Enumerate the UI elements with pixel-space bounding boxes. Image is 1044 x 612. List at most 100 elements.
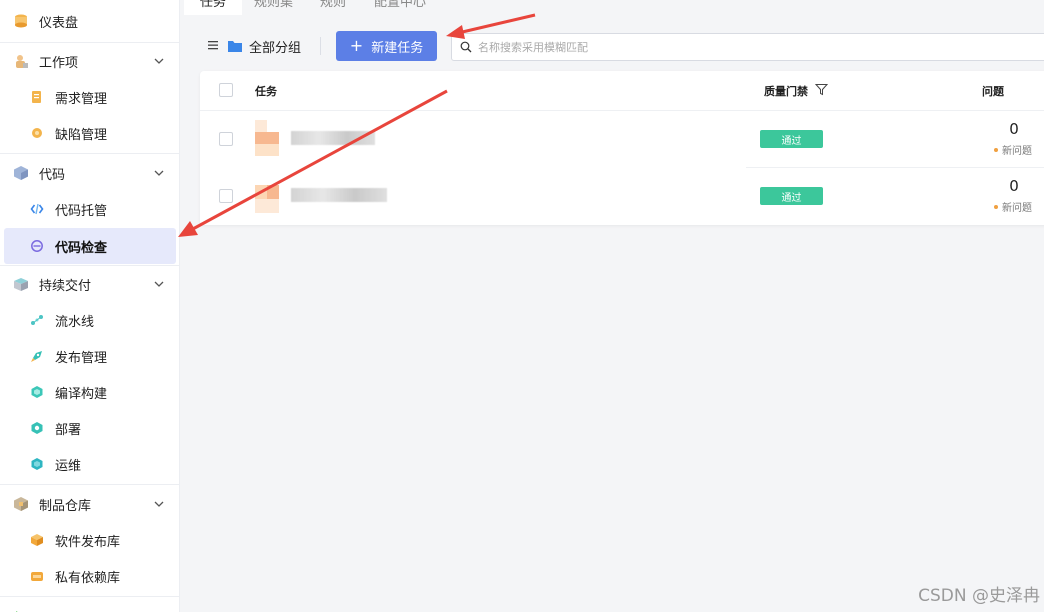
- sidebar-item-label: 工作项: [39, 55, 79, 71]
- sidebar-item-label: 运维: [55, 458, 82, 474]
- sidebar-item-testing[interactable]: 测试: [0, 599, 179, 612]
- status-dot: [994, 147, 998, 152]
- deploy-icon: [28, 419, 46, 437]
- status-badge: 通过: [760, 130, 823, 148]
- workitems-icon: [12, 52, 30, 70]
- sidebar-item-label: 需求管理: [55, 91, 108, 107]
- rocket-icon: [28, 347, 46, 365]
- tab-config-center[interactable]: 配置中心: [358, 0, 442, 15]
- status-dot: [994, 204, 998, 209]
- bug-icon: [28, 124, 46, 142]
- tab-rulesets[interactable]: 规则集: [238, 0, 309, 15]
- select-all-checkbox[interactable]: [219, 83, 233, 97]
- column-header-task: 任务: [255, 85, 277, 98]
- build-icon: [28, 383, 46, 401]
- sidebar-item-code-hosting[interactable]: 代码托管: [0, 191, 179, 227]
- sidebar-item-build[interactable]: 编译构建: [0, 374, 179, 410]
- sidebar-item-requirements[interactable]: 需求管理: [0, 79, 179, 115]
- chevron-down-icon[interactable]: [153, 167, 165, 179]
- sidebar-item-code[interactable]: 代码: [0, 155, 179, 191]
- sidebar-item-workitems[interactable]: 工作项: [0, 43, 179, 79]
- chevron-down-icon[interactable]: [153, 55, 165, 67]
- tab-bar: 任务 规则集 规则 配置中心: [182, 0, 1044, 20]
- group-label: 全部分组: [249, 40, 302, 56]
- menu-icon[interactable]: [207, 39, 219, 51]
- sidebar-item-label: 持续交付: [39, 278, 92, 294]
- sidebar-item-defects[interactable]: 缺陷管理: [0, 115, 179, 151]
- sidebar-item-label: 代码托管: [55, 203, 108, 219]
- sidebar-item-label: 私有依赖库: [55, 570, 121, 586]
- sidebar-item-label: 代码检查: [55, 240, 108, 256]
- pipeline-icon: [28, 311, 46, 329]
- sidebar-item-continuous-delivery[interactable]: 持续交付: [0, 266, 179, 302]
- divider: [0, 153, 179, 154]
- sidebar-item-release[interactable]: 发布管理: [0, 338, 179, 374]
- sidebar-item-label: 发布管理: [55, 350, 108, 366]
- new-issues-label: 新问题: [994, 199, 1032, 214]
- ops-icon: [28, 455, 46, 473]
- issue-label-text: 新问题: [1002, 146, 1032, 157]
- sidebar-item-label: 编译构建: [55, 386, 108, 402]
- code-check-icon: [28, 237, 46, 255]
- task-name-redacted: [291, 131, 375, 145]
- code-cube-icon: [12, 164, 30, 182]
- artifact-repo-icon: [12, 495, 30, 513]
- arrow-head: [178, 221, 198, 237]
- row-checkbox[interactable]: [219, 189, 233, 203]
- search-icon: [460, 41, 472, 53]
- sidebar-item-label: 代码: [39, 167, 66, 183]
- sidebar-item-label: 部署: [55, 422, 82, 438]
- sidebar-item-label: 缺陷管理: [55, 127, 108, 143]
- task-name-redacted: [291, 188, 387, 202]
- new-task-button[interactable]: + 新建任务: [336, 31, 437, 61]
- issue-label-text: 新问题: [1002, 203, 1032, 214]
- sidebar-item-label: 仪表盘: [39, 15, 79, 31]
- sidebar-item-software-release-repo[interactable]: 软件发布库: [0, 522, 179, 558]
- tab-rules[interactable]: 规则: [304, 0, 362, 15]
- tab-tasks[interactable]: 任务: [184, 0, 243, 15]
- private-deps-icon: [28, 567, 46, 585]
- requirements-icon: [28, 88, 46, 106]
- divider: [200, 110, 1044, 111]
- sidebar-item-deploy[interactable]: 部署: [0, 410, 179, 446]
- search-input[interactable]: [478, 40, 998, 54]
- issue-count[interactable]: 0: [984, 120, 1044, 138]
- new-issues-label: 新问题: [994, 142, 1032, 157]
- sidebar-item-pipeline[interactable]: 流水线: [0, 302, 179, 338]
- chevron-down-icon[interactable]: [153, 278, 165, 290]
- column-header-quality-gate: 质量门禁: [764, 85, 808, 98]
- sidebar-item-label: 软件发布库: [55, 534, 121, 550]
- sidebar-item-label: 流水线: [55, 314, 95, 330]
- search-box[interactable]: [451, 33, 1044, 61]
- testing-icon: [12, 608, 30, 612]
- sidebar-item-private-deps[interactable]: 私有依赖库: [0, 558, 179, 594]
- divider: [320, 37, 321, 55]
- chevron-down-icon[interactable]: [153, 498, 165, 510]
- task-table: 任务 质量门禁 问题 通过 0 新问题 通过 0 新问题: [200, 71, 1044, 225]
- row-checkbox[interactable]: [219, 132, 233, 146]
- group-selector[interactable]: 全部分组: [227, 36, 301, 56]
- sidebar-item-dashboard[interactable]: 仪表盘: [0, 3, 179, 39]
- column-header-issues: 问题: [982, 85, 1004, 98]
- watermark: CSDN @史泽冉: [918, 586, 1040, 606]
- sidebar-item-label: 制品仓库: [39, 498, 92, 514]
- filter-icon[interactable]: [815, 83, 828, 96]
- sidebar: 仪表盘 工作项 需求管理 缺陷管理 代码 代码托管 代码检查 持续交付 流水线: [0, 0, 180, 612]
- task-avatar: [255, 177, 279, 213]
- sidebar-item-ops[interactable]: 运维: [0, 446, 179, 482]
- delivery-cube-icon: [12, 275, 30, 293]
- plus-icon: +: [349, 36, 364, 55]
- sidebar-item-artifact-repo[interactable]: 制品仓库: [0, 486, 179, 522]
- issue-count[interactable]: 0: [984, 177, 1044, 195]
- task-avatar: [255, 120, 279, 156]
- status-badge: 通过: [760, 187, 823, 205]
- new-task-label: 新建任务: [371, 40, 424, 56]
- sidebar-item-label: 测试: [39, 608, 65, 612]
- sidebar-item-code-check[interactable]: 代码检查: [4, 228, 176, 264]
- software-package-icon: [28, 531, 46, 549]
- divider: [0, 484, 179, 485]
- divider: [0, 596, 179, 597]
- dashboard-icon: [12, 12, 30, 30]
- folder-icon: [228, 41, 242, 52]
- code-brackets-icon: [28, 200, 46, 218]
